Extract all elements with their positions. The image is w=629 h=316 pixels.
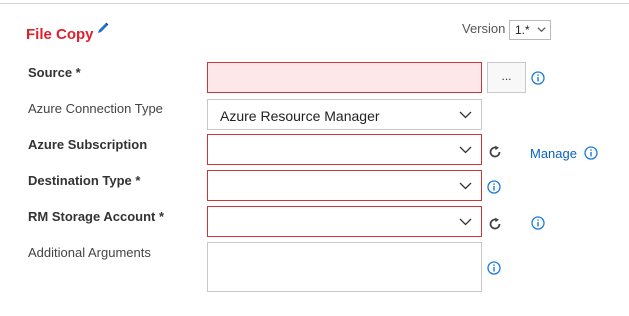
top-divider: [0, 3, 629, 4]
destination-type-info-icon[interactable]: [487, 180, 501, 194]
manage-label: Manage: [530, 146, 577, 161]
storage-account-select[interactable]: [207, 206, 482, 237]
refresh-icon[interactable]: [488, 217, 502, 231]
connection-type-value: Azure Resource Manager: [220, 108, 380, 124]
source-input[interactable]: [207, 62, 482, 93]
version-label: Version: [462, 21, 506, 36]
version-value: 1.*: [515, 23, 530, 37]
subscription-label: Azure Subscription: [28, 137, 148, 152]
task-title: File Copy: [26, 26, 94, 43]
version-select[interactable]: 1.*: [509, 20, 551, 40]
connection-type-select[interactable]: Azure Resource Manager: [207, 99, 482, 130]
storage-account-info-icon[interactable]: [531, 216, 545, 230]
additional-arguments-label: Additional Arguments: [28, 245, 151, 260]
edit-pencil-icon[interactable]: [95, 20, 111, 36]
chevron-down-icon: [459, 182, 472, 190]
additional-arguments-textarea[interactable]: [207, 242, 482, 292]
chevron-down-icon: [459, 146, 472, 154]
connection-type-label: Azure Connection Type: [28, 101, 163, 116]
manage-info-icon: [583, 146, 598, 160]
destination-type-label: Destination Type *: [28, 173, 141, 188]
chevron-down-icon: [537, 27, 546, 33]
source-label: Source *: [28, 65, 81, 80]
refresh-icon[interactable]: [488, 145, 502, 159]
chevron-down-icon: [459, 218, 472, 226]
manage-link[interactable]: Manage: [530, 144, 598, 161]
browse-button[interactable]: ...: [487, 62, 526, 93]
additional-arguments-info-icon[interactable]: [487, 261, 501, 275]
chevron-down-icon: [459, 111, 472, 119]
source-info-icon[interactable]: [531, 71, 545, 85]
storage-account-label: RM Storage Account *: [28, 209, 165, 224]
subscription-select[interactable]: [207, 134, 482, 165]
destination-type-select[interactable]: [207, 170, 482, 201]
